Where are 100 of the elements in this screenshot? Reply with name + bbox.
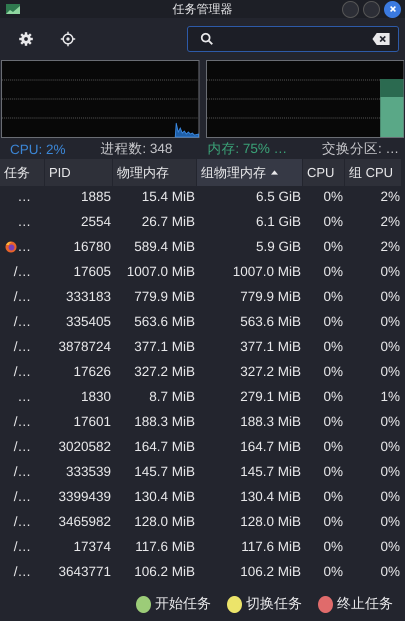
group-cpu-cell: 2% [380, 239, 400, 254]
task-name: … [18, 189, 31, 204]
column-header[interactable]: 组物理内存 [197, 159, 303, 186]
memory-cell: 117.6 MiB [135, 539, 195, 554]
memory-cell: 377.1 MiB [134, 339, 195, 354]
pid-cell: 333539 [66, 464, 111, 479]
group-memory-cell: 6.1 GiB [256, 214, 301, 229]
cpu-cell: 0% [323, 264, 343, 279]
group-memory-cell: 128.0 MiB [240, 514, 301, 529]
task-name: /… [14, 539, 31, 554]
memory-cell: 327.2 MiB [134, 364, 195, 379]
memory-cell: 164.7 MiB [134, 439, 195, 454]
group-cpu-cell: 0% [380, 514, 400, 529]
task-name: /… [14, 439, 31, 454]
cpu-cell: 0% [323, 564, 343, 579]
cpu-cell: 0% [323, 214, 343, 229]
memory-cell: 589.4 MiB [134, 239, 195, 254]
group-cpu-cell: 0% [380, 414, 400, 429]
group-memory-cell: 5.9 GiB [256, 239, 301, 254]
column-header[interactable]: PID [45, 159, 113, 186]
group-cpu-cell: 0% [380, 489, 400, 504]
memory-cell: 563.6 MiB [134, 314, 195, 329]
task-name: /… [14, 364, 31, 379]
pid-cell: 335405 [66, 314, 111, 329]
pid-cell: 2554 [80, 214, 111, 229]
settings-icon[interactable] [18, 31, 34, 47]
group-memory-cell: 6.5 GiB [256, 189, 301, 204]
group-cpu-cell: 1% [380, 389, 400, 404]
cpu-cell: 0% [323, 239, 343, 254]
cpu-cell: 0% [323, 289, 343, 304]
task-name: /… [14, 464, 31, 479]
group-memory-cell: 145.7 MiB [240, 464, 301, 479]
sort-arrow-icon [271, 170, 278, 175]
app-icon [6, 4, 20, 14]
pid-cell: 17626 [73, 364, 111, 379]
group-memory-cell: 1007.0 MiB [232, 264, 301, 279]
pid-cell: 3399439 [58, 489, 111, 504]
memory-cell: 15.4 MiB [142, 189, 195, 204]
task-name: /… [14, 414, 31, 429]
cpu-cell: 0% [323, 539, 343, 554]
group-memory-cell: 279.1 MiB [240, 389, 301, 404]
status-label: 内存: 75% … [207, 140, 288, 158]
task-name: /… [14, 564, 31, 579]
task-name: /… [14, 264, 31, 279]
cpu-cell: 0% [323, 189, 343, 204]
column-header[interactable]: 任务 [0, 159, 45, 186]
group-memory-cell: 327.2 MiB [240, 364, 301, 379]
group-cpu-cell: 0% [380, 464, 400, 479]
cpu-cell: 0% [323, 414, 343, 429]
pid-cell: 17601 [73, 414, 111, 429]
group-memory-cell: 377.1 MiB [240, 339, 301, 354]
cpu-cell: 0% [323, 464, 343, 479]
group-memory-cell: 130.4 MiB [240, 489, 301, 504]
group-memory-cell: 563.6 MiB [240, 314, 301, 329]
group-cpu-cell: 2% [380, 214, 400, 229]
group-cpu-cell: 0% [380, 564, 400, 579]
search-field[interactable] [187, 26, 399, 52]
memory-cell: 188.3 MiB [134, 414, 195, 429]
column-header[interactable]: 组 CPU [345, 159, 402, 186]
column-header[interactable]: CPU [303, 159, 345, 186]
pid-cell: 1885 [80, 189, 111, 204]
group-cpu-cell: 0% [380, 264, 400, 279]
task-name: /… [14, 289, 31, 304]
action-button[interactable]: 切换任务 [227, 595, 302, 613]
pid-cell: 3878724 [58, 339, 111, 354]
cpu-cell: 0% [323, 489, 343, 504]
memory-cell: 130.4 MiB [134, 489, 195, 504]
pid-cell: 3465982 [58, 514, 111, 529]
task-name: /… [14, 314, 31, 329]
pid-cell: 3020582 [58, 439, 111, 454]
group-cpu-cell: 0% [380, 314, 400, 329]
cpu-cell: 0% [323, 339, 343, 354]
close-button[interactable] [384, 0, 401, 18]
clear-icon[interactable] [372, 33, 390, 45]
search-icon [200, 32, 214, 46]
pid-cell: 16780 [73, 239, 111, 254]
group-cpu-cell: 0% [380, 339, 400, 354]
close-icon [388, 5, 396, 13]
cpu-cell: 0% [323, 389, 343, 404]
action-button[interactable]: 开始任务 [136, 595, 211, 613]
status-label: 进程数: 348 [100, 140, 172, 158]
crosshair-icon[interactable] [60, 31, 76, 47]
action-button[interactable]: 终止任务 [318, 595, 393, 613]
task-name: /… [14, 489, 31, 504]
group-cpu-cell: 0% [380, 539, 400, 554]
memory-cell: 779.9 MiB [134, 289, 195, 304]
group-memory-cell: 164.7 MiB [240, 439, 301, 454]
group-memory-cell: 117.6 MiB [241, 539, 301, 554]
memory-cell: 128.0 MiB [134, 514, 195, 529]
memory-cell: 8.7 MiB [149, 389, 195, 404]
cpu-cell: 0% [323, 514, 343, 529]
memory-cell: 26.7 MiB [142, 214, 195, 229]
task-name: /… [14, 339, 31, 354]
pid-cell: 333183 [66, 289, 111, 304]
column-header[interactable]: 物理内存 [113, 159, 197, 186]
task-name: … [18, 389, 31, 404]
group-memory-cell: 106.2 MiB [240, 564, 301, 579]
pid-cell: 3643771 [58, 564, 111, 579]
group-memory-cell: 779.9 MiB [240, 289, 301, 304]
memory-cell: 1007.0 MiB [126, 264, 195, 279]
